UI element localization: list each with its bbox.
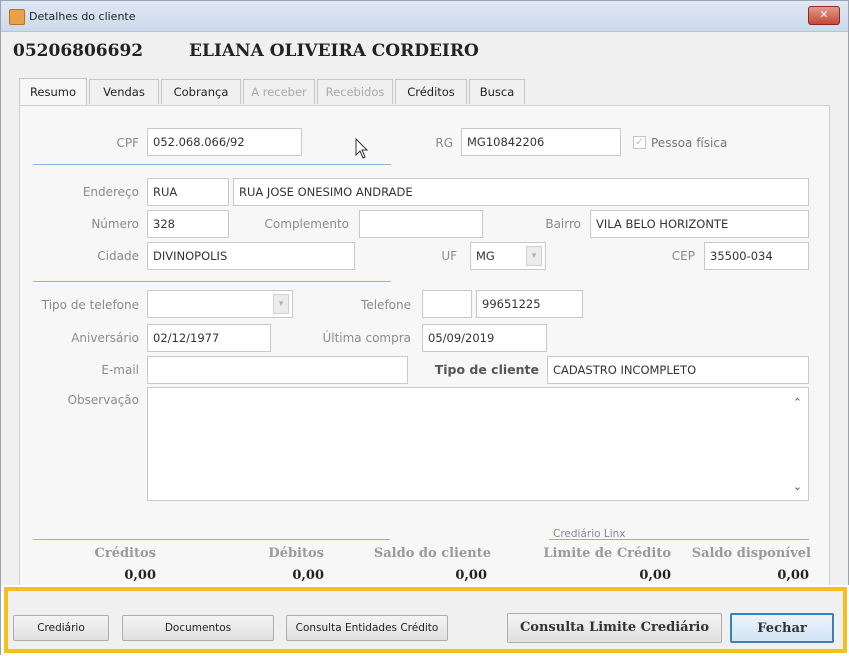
- uf-value: MG: [476, 249, 495, 263]
- cep-label: CEP: [671, 249, 695, 263]
- separator-1: [33, 164, 391, 165]
- app-icon: [9, 9, 25, 25]
- saldo-disponivel-label: Saldo disponível: [691, 546, 811, 561]
- aniversario-label: Aniversário: [71, 331, 139, 345]
- debitos-label: Débitos: [268, 546, 324, 561]
- tab-vendas[interactable]: Vendas: [89, 79, 159, 104]
- limite-credito-label: Limite de Crédito: [543, 546, 671, 561]
- cep-field[interactable]: 35500-034: [704, 242, 809, 270]
- tab-busca[interactable]: Busca: [469, 79, 525, 104]
- tab-a-receber[interactable]: A receber: [243, 79, 315, 104]
- uf-label: UF: [441, 249, 457, 263]
- telefone-field[interactable]: 99651225: [476, 290, 583, 318]
- saldo-cliente-label: Saldo do cliente: [373, 546, 491, 561]
- client-name: ELIANA OLIVEIRA CORDEIRO: [189, 41, 479, 61]
- cidade-field[interactable]: DIVINOPOLIS: [147, 242, 355, 270]
- tipo-telefone-select[interactable]: ▾: [147, 290, 293, 318]
- bairro-label: Bairro: [545, 217, 581, 231]
- tab-resumo[interactable]: Resumo: [19, 78, 87, 105]
- window-title: Detalhes do cliente: [29, 10, 136, 23]
- email-label: E-mail: [101, 363, 139, 377]
- pessoa-fisica-checkbox[interactable]: ✓: [633, 136, 646, 149]
- title-bar: Detalhes do cliente ✕: [1, 1, 848, 32]
- fechar-button[interactable]: Fechar: [730, 613, 834, 643]
- limite-credito-value: 0,00: [639, 568, 671, 583]
- observacao-textarea[interactable]: ⌃ ⌄: [147, 387, 809, 501]
- creditos-value: 0,00: [124, 568, 156, 583]
- documentos-button[interactable]: Documentos: [122, 615, 274, 641]
- tab-recebidos[interactable]: Recebidos: [317, 79, 393, 104]
- separator-3b: [549, 539, 809, 540]
- telefone-ddd-field[interactable]: [422, 290, 472, 318]
- tipo-cliente-field[interactable]: CADASTRO INCOMPLETO: [547, 356, 809, 384]
- saldo-cliente-value: 0,00: [455, 568, 487, 583]
- tipo-telefone-label: Tipo de telefone: [41, 298, 139, 312]
- tab-cobranca[interactable]: Cobrança: [161, 79, 241, 104]
- endereco-label: Endereço: [82, 185, 139, 199]
- endereco-field[interactable]: RUA JOSE ONESIMO ANDRADE: [233, 178, 809, 206]
- cpf-label: CPF: [116, 136, 139, 150]
- separator-3a: [33, 539, 390, 540]
- complemento-label: Complemento: [264, 217, 349, 231]
- consulta-limite-crediario-button[interactable]: Consulta Limite Crediário: [507, 613, 722, 643]
- email-field[interactable]: [147, 356, 408, 384]
- crediario-button[interactable]: Crediário: [13, 615, 109, 641]
- tipo-cliente-label: Tipo de cliente: [434, 362, 539, 377]
- aniversario-field[interactable]: 02/12/1977: [147, 324, 271, 352]
- ultima-compra-label: Última compra: [322, 331, 411, 345]
- cpf-field[interactable]: 052.068.066/92: [147, 128, 302, 156]
- observacao-label: Observação: [67, 393, 139, 407]
- creditos-label: Créditos: [94, 546, 157, 561]
- endereco-tipo-field[interactable]: RUA: [147, 178, 229, 206]
- client-details-window: Detalhes do cliente ✕ 05206806692 ELIANA…: [0, 0, 849, 656]
- separator-2: [33, 281, 391, 282]
- close-icon[interactable]: ✕: [808, 6, 840, 25]
- numero-label: Número: [91, 217, 139, 231]
- rg-label: RG: [435, 136, 453, 150]
- telefone-label: Telefone: [361, 298, 411, 312]
- rg-field[interactable]: MG10842206: [461, 128, 621, 156]
- cidade-label: Cidade: [97, 249, 139, 263]
- scroll-down-icon[interactable]: ⌄: [793, 474, 802, 500]
- client-code: 05206806692: [13, 41, 144, 61]
- uf-select[interactable]: MG ▾: [470, 242, 546, 270]
- chevron-down-icon[interactable]: ▾: [273, 294, 289, 314]
- consulta-entidades-credito-button[interactable]: Consulta Entidades Crédito: [286, 615, 448, 641]
- scroll-up-icon[interactable]: ⌃: [793, 390, 802, 416]
- chevron-down-icon[interactable]: ▾: [526, 246, 542, 266]
- ultima-compra-field[interactable]: 05/09/2019: [422, 324, 547, 352]
- tab-creditos[interactable]: Créditos: [395, 79, 467, 104]
- debitos-value: 0,00: [292, 568, 324, 583]
- pessoa-fisica-label: Pessoa física: [651, 136, 728, 150]
- saldo-disponivel-value: 0,00: [777, 568, 809, 583]
- complemento-field[interactable]: [359, 210, 483, 238]
- bairro-field[interactable]: VILA BELO HORIZONTE: [590, 210, 809, 238]
- numero-field[interactable]: 328: [147, 210, 229, 238]
